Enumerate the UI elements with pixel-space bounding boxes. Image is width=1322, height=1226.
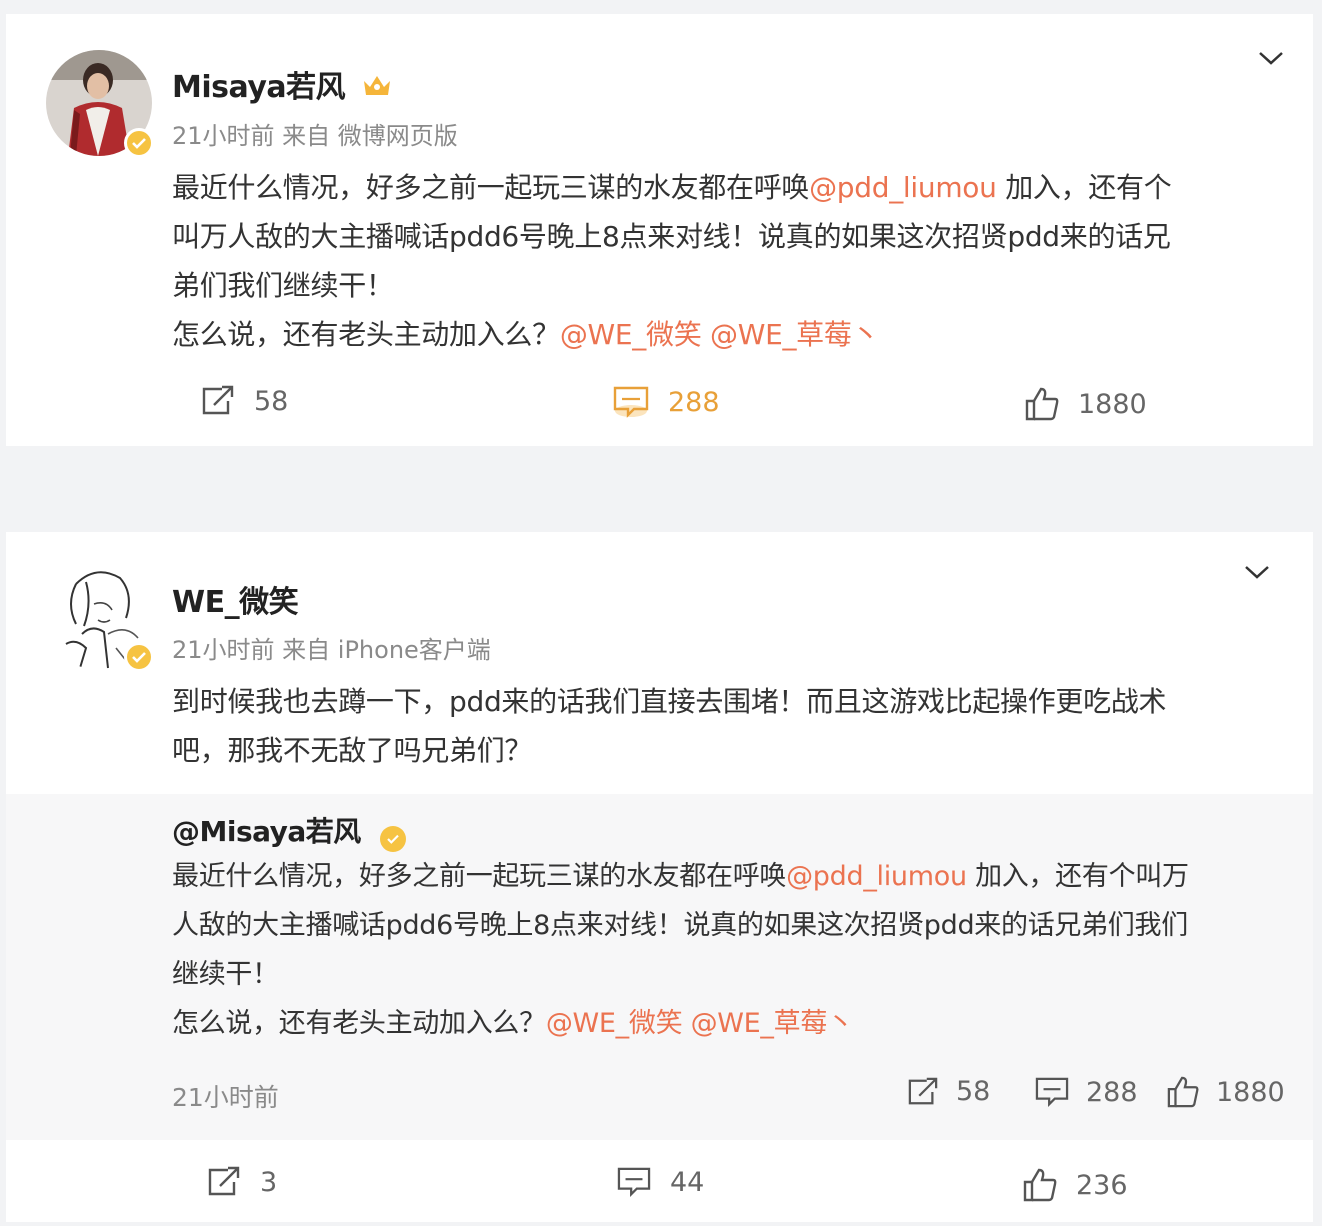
comment-button[interactable]: 288: [612, 385, 720, 419]
mention-link[interactable]: @pdd_liumou: [786, 861, 967, 892]
avatar[interactable]: [46, 564, 154, 672]
text-segment: 加入，还有个: [996, 171, 1172, 204]
quoted-time: 21小时前: [172, 1083, 279, 1112]
text-line: 吧，那我不无敌了吗兄弟们？: [172, 734, 533, 767]
comment-icon: [613, 386, 649, 418]
quoted-author-name[interactable]: @Misaya若风: [172, 815, 361, 848]
verified-icon: [124, 642, 154, 672]
username[interactable]: WE_微笑: [172, 577, 299, 621]
mention-link[interactable]: @WE_草莓丶: [710, 318, 880, 351]
like-button[interactable]: 1880: [1024, 387, 1147, 421]
text-segment: 怎么说，还有老头主动加入么？: [172, 1008, 546, 1039]
verified-icon: [380, 826, 407, 852]
comment-count: 288: [1086, 1076, 1138, 1108]
quoted-text: 最近什么情况，好多之前一起玩三谋的水友都在呼唤@pdd_liumou 加入，还有…: [172, 852, 1282, 1048]
verified-icon: [124, 128, 154, 158]
text-line: 到时候我也去蹲一下，pdd来的话我们直接去围堵！而且这游戏比起操作更吃战术: [172, 685, 1167, 718]
text-line: 弟们我们继续干！: [172, 269, 394, 302]
like-count: 1880: [1078, 388, 1147, 420]
repost-icon: [208, 1166, 240, 1196]
repost-icon: [908, 1077, 938, 1104]
username[interactable]: Misaya若风: [172, 62, 393, 106]
thumbs-up-icon: [1025, 387, 1059, 421]
repost-icon: [202, 385, 234, 415]
text-line: 继续干！: [172, 959, 279, 990]
comment-icon: [1035, 1077, 1069, 1107]
quoted-author[interactable]: @Misaya若风: [172, 810, 407, 852]
text-line: 人敌的大主播喊话pdd6号晚上8点来对线！说真的如果这次招贤pdd来的话兄弟们我…: [172, 910, 1188, 941]
repost-button[interactable]: 58: [200, 385, 288, 417]
chevron-down-icon[interactable]: [1242, 562, 1272, 582]
text-line: 叫万人敌的大主播喊话pdd6号晚上8点来对线！说真的如果这次招贤pdd来的话兄: [172, 220, 1171, 253]
text-segment: 最近什么情况，好多之前一起玩三谋的水友都在呼唤: [172, 171, 810, 204]
quoted-comment-button[interactable]: 288: [1034, 1076, 1138, 1108]
thumbs-up-icon: [1023, 1168, 1057, 1202]
avatar[interactable]: [46, 50, 154, 158]
like-count: 236: [1076, 1169, 1128, 1201]
quoted-repost-button[interactable]: 58: [906, 1076, 990, 1107]
mention-link[interactable]: @WE_微笑: [546, 1008, 683, 1039]
post-meta: 21小时前 来自 微博网页版: [172, 122, 458, 150]
repost-count: 3: [260, 1166, 278, 1198]
chevron-down-icon[interactable]: [1256, 48, 1286, 68]
mention-link[interactable]: @pdd_liumou: [809, 171, 997, 204]
quoted-like-button[interactable]: 1880: [1166, 1076, 1285, 1108]
mention-link[interactable]: @WE_草莓丶: [691, 1008, 854, 1039]
text-segment: 最近什么情况，好多之前一起玩三谋的水友都在呼唤: [172, 861, 787, 892]
post-text: 到时候我也去蹲一下，pdd来的话我们直接去围堵！而且这游戏比起操作更吃战术 吧，…: [172, 677, 1292, 775]
text-segment: 加入，还有个叫万: [966, 861, 1189, 892]
comment-count: 288: [668, 386, 720, 418]
like-button[interactable]: 236: [1022, 1168, 1128, 1202]
comment-icon: [617, 1167, 651, 1197]
comment-button[interactable]: 44: [616, 1166, 704, 1198]
username-text[interactable]: Misaya若风: [172, 70, 346, 105]
like-count: 1880: [1216, 1076, 1285, 1108]
comment-count: 44: [670, 1166, 705, 1198]
post-text: 最近什么情况，好多之前一起玩三谋的水友都在呼唤@pdd_liumou 加入，还有…: [172, 163, 1292, 359]
thumbs-up-icon: [1167, 1076, 1199, 1108]
text-segment: 怎么说，还有老头主动加入么？: [172, 318, 560, 351]
repost-button[interactable]: 3: [206, 1166, 277, 1198]
crown-icon: [364, 76, 391, 95]
post-meta: 21小时前 来自 iPhone客户端: [172, 636, 491, 664]
divider: [6, 446, 1313, 466]
repost-count: 58: [956, 1076, 991, 1107]
mention-link[interactable]: @WE_微笑: [560, 318, 702, 351]
repost-count: 58: [254, 385, 289, 417]
